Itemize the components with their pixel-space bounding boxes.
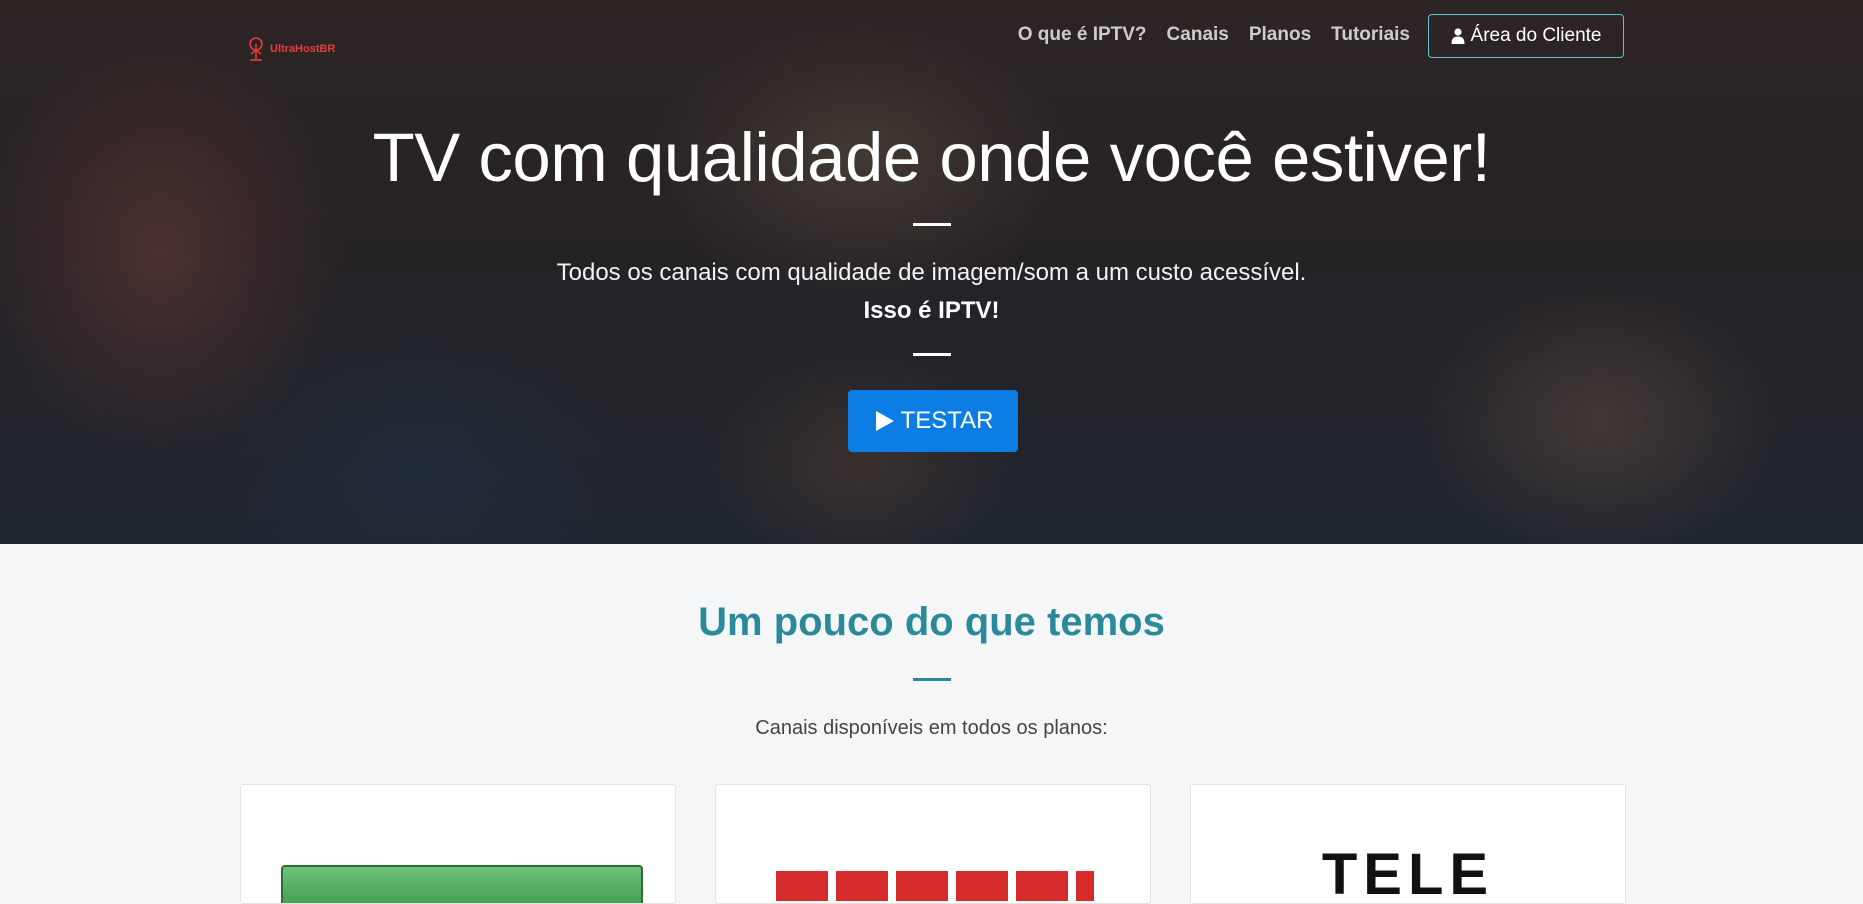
nav-link-plans[interactable]: Planos bbox=[1249, 24, 1311, 46]
nav-link-channels[interactable]: Canais bbox=[1167, 24, 1229, 46]
telecine-logo-text: TELE bbox=[1321, 842, 1495, 904]
hero-divider-top bbox=[913, 223, 951, 226]
nav-links: O que é IPTV? Canais Planos Tutoriais bbox=[1018, 24, 1410, 46]
test-button[interactable]: TESTAR bbox=[848, 390, 1018, 452]
hero-title: TV com qualidade onde você estiver! bbox=[372, 119, 1491, 196]
channel-card-telecine[interactable]: TELE bbox=[1190, 784, 1626, 904]
top-nav: O que é IPTV? Canais Planos Tutoriais Ár… bbox=[0, 14, 1863, 60]
section-subtitle: Canais disponíveis em todos os planos: bbox=[755, 717, 1108, 739]
hero-tagline: Isso é IPTV! bbox=[863, 297, 1000, 324]
premiere-logo-icon bbox=[281, 865, 643, 903]
channel-card-premiere[interactable] bbox=[240, 784, 676, 904]
combate-logo-icon bbox=[776, 871, 1094, 901]
play-icon bbox=[875, 411, 894, 431]
section-divider bbox=[913, 678, 951, 681]
nav-link-tutorials[interactable]: Tutoriais bbox=[1331, 24, 1410, 46]
test-button-label: TESTAR bbox=[900, 407, 994, 434]
hero-section: UltraHostBR O que é IPTV? Canais Planos … bbox=[0, 0, 1863, 544]
channel-card-combate[interactable] bbox=[715, 784, 1151, 904]
section-title: Um pouco do que temos bbox=[698, 600, 1165, 644]
user-icon bbox=[1451, 28, 1465, 44]
hero-subtitle: Todos os canais com qualidade de imagem/… bbox=[556, 259, 1307, 286]
client-area-button[interactable]: Área do Cliente bbox=[1428, 14, 1624, 58]
client-area-label: Área do Cliente bbox=[1470, 25, 1602, 46]
hero-divider-bottom bbox=[913, 353, 951, 356]
nav-link-what-is-iptv[interactable]: O que é IPTV? bbox=[1018, 24, 1147, 46]
